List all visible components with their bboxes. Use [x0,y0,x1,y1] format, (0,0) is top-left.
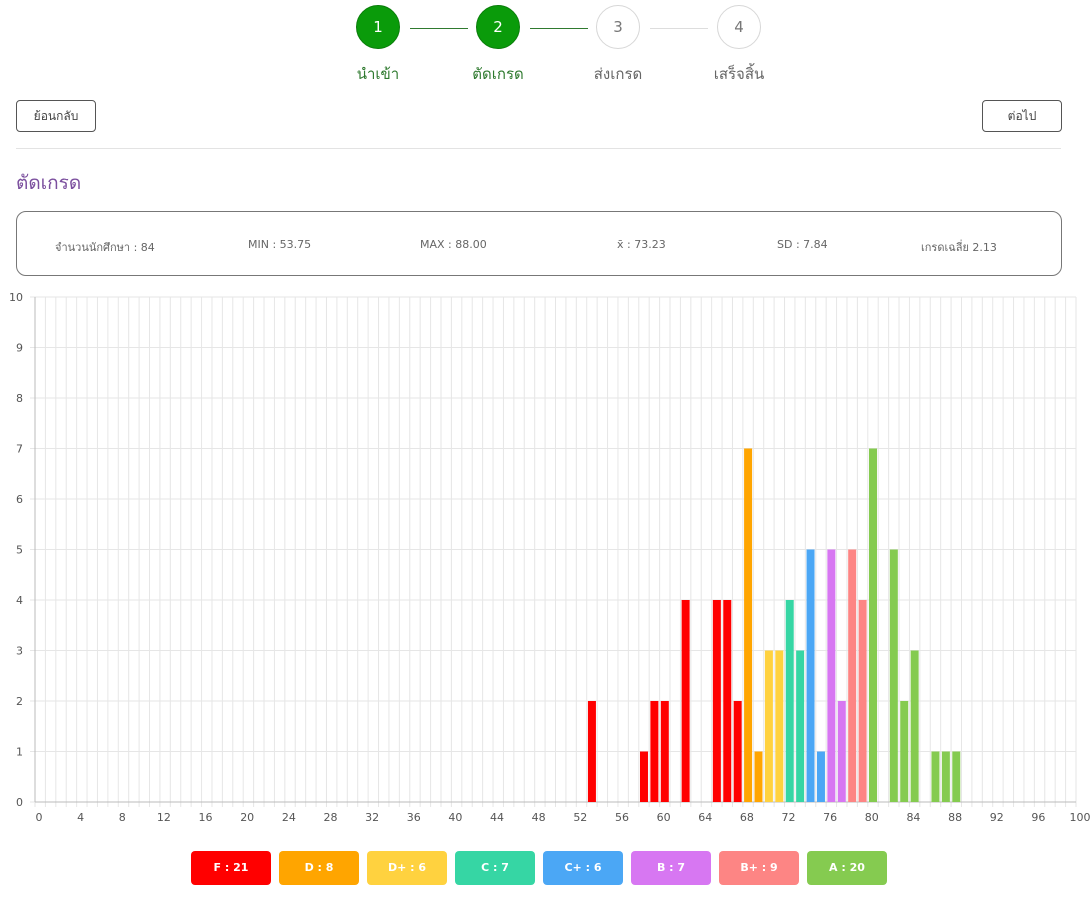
x-tick-label: 80 [865,811,879,824]
x-tick-label: 12 [157,811,171,824]
bar-a [952,751,961,802]
bar-f [660,701,669,802]
bar-d-plus [775,650,784,802]
bar-a [900,701,909,802]
x-tick-label: 68 [740,811,754,824]
legend-item-a[interactable]: A : 20 [807,851,887,885]
x-tick-label: 16 [199,811,213,824]
bar-d-plus [764,650,773,802]
x-tick-label: 8 [119,811,126,824]
step-import[interactable]: 1 นำเข้า [318,5,438,86]
legend-item-f[interactable]: F : 21 [191,851,271,885]
legend-item-c-plus[interactable]: C+ : 6 [543,851,623,885]
bar-a [910,650,919,802]
y-tick-label: 8 [16,392,23,405]
section-divider [16,148,1061,149]
bar-f [587,701,596,802]
progress-stepper: 1 นำเข้า 2 ตัดเกรด 3 ส่งเกรด 4 เสร็จสิ้น [0,0,1090,90]
x-tick-label: 52 [573,811,587,824]
bar-c-plus [806,549,815,802]
bar-d [754,751,763,802]
step-label: นำเข้า [356,65,400,83]
x-tick-label: 84 [906,811,920,824]
bar-a [941,751,950,802]
y-tick-label: 7 [16,443,23,456]
x-tick-label: 76 [823,811,837,824]
bar-f [733,701,742,802]
y-tick-label: 6 [16,493,23,506]
x-tick-label: 32 [365,811,379,824]
x-tick-label: 96 [1031,811,1045,824]
x-tick-label: 56 [615,811,629,824]
page-title: ตัดเกรด [16,172,82,194]
bar-f [712,600,721,802]
x-tick-label: 4 [77,811,84,824]
stat-sd: SD : 7.84 [777,238,828,251]
bar-c [796,650,805,802]
x-tick-label: 92 [990,811,1004,824]
legend-item-c[interactable]: C : 7 [455,851,535,885]
x-tick-label: 48 [532,811,546,824]
bar-a [931,751,940,802]
stat-gpa: เกรดเฉลี่ย 2.13 [921,241,997,254]
next-button[interactable]: ต่อไป [982,100,1062,132]
step-label: ส่งเกรด [593,65,643,83]
x-tick-label: 28 [323,811,337,824]
back-button[interactable]: ย้อนกลับ [16,100,96,132]
legend-item-d-plus[interactable]: D+ : 6 [367,851,447,885]
x-tick-label: 64 [698,811,712,824]
y-tick-label: 0 [16,796,23,809]
step-number: 1 [356,5,400,49]
bar-a [869,448,878,802]
y-tick-label: 2 [16,695,23,708]
x-tick-label: 44 [490,811,504,824]
step-finish[interactable]: 4 เสร็จสิ้น [679,5,799,86]
bar-c-plus [816,751,825,802]
x-tick-label: 0 [36,811,43,824]
step-number: 4 [717,5,761,49]
x-tick-label: 88 [948,811,962,824]
bar-c [785,600,794,802]
legend-item-b[interactable]: B : 7 [631,851,711,885]
x-tick-label: 40 [448,811,462,824]
stat-student-count: จำนวนนักศึกษา : 84 [55,241,155,254]
bar-f [681,600,690,802]
legend-item-b-plus[interactable]: B+ : 9 [719,851,799,885]
bar-d [744,448,753,802]
step-number: 3 [596,5,640,49]
bar-b [837,701,846,802]
legend-item-d[interactable]: D : 8 [279,851,359,885]
bar-f [639,751,648,802]
step-cut-grade[interactable]: 2 ตัดเกรด [438,5,558,86]
stat-mean: x̄ : 73.23 [617,238,666,251]
stat-min: MIN : 53.75 [248,238,312,251]
y-tick-label: 4 [16,594,23,607]
y-tick-label: 10 [9,291,23,304]
y-tick-label: 1 [16,746,23,759]
x-tick-label: 100 [1070,811,1090,824]
bar-b-plus [848,549,857,802]
y-tick-label: 5 [16,544,23,557]
bar-b [827,549,836,802]
bar-b-plus [858,600,867,802]
step-label: ตัดเกรด [472,65,524,83]
y-tick-label: 9 [16,342,23,355]
x-tick-label: 20 [240,811,254,824]
x-tick-label: 36 [407,811,421,824]
y-tick-label: 3 [16,645,23,658]
step-send-grade[interactable]: 3 ส่งเกรด [558,5,678,86]
step-number: 2 [476,5,520,49]
step-label: เสร็จสิ้น [713,65,765,83]
x-tick-label: 72 [782,811,796,824]
x-tick-label: 60 [657,811,671,824]
grade-distribution-chart: 0123456789100 4 8 12 16 20 24 28 32 36 40 44 48 52 56 6… [9,291,1090,824]
bar-f [650,701,659,802]
x-tick-label: 24 [282,811,296,824]
bar-f [723,600,732,802]
statistics-panel: จำนวนนักศึกษา : 84 MIN : 53.75 MAX : 88.… [16,211,1062,276]
bar-a [889,549,898,802]
stat-max: MAX : 88.00 [420,238,487,251]
